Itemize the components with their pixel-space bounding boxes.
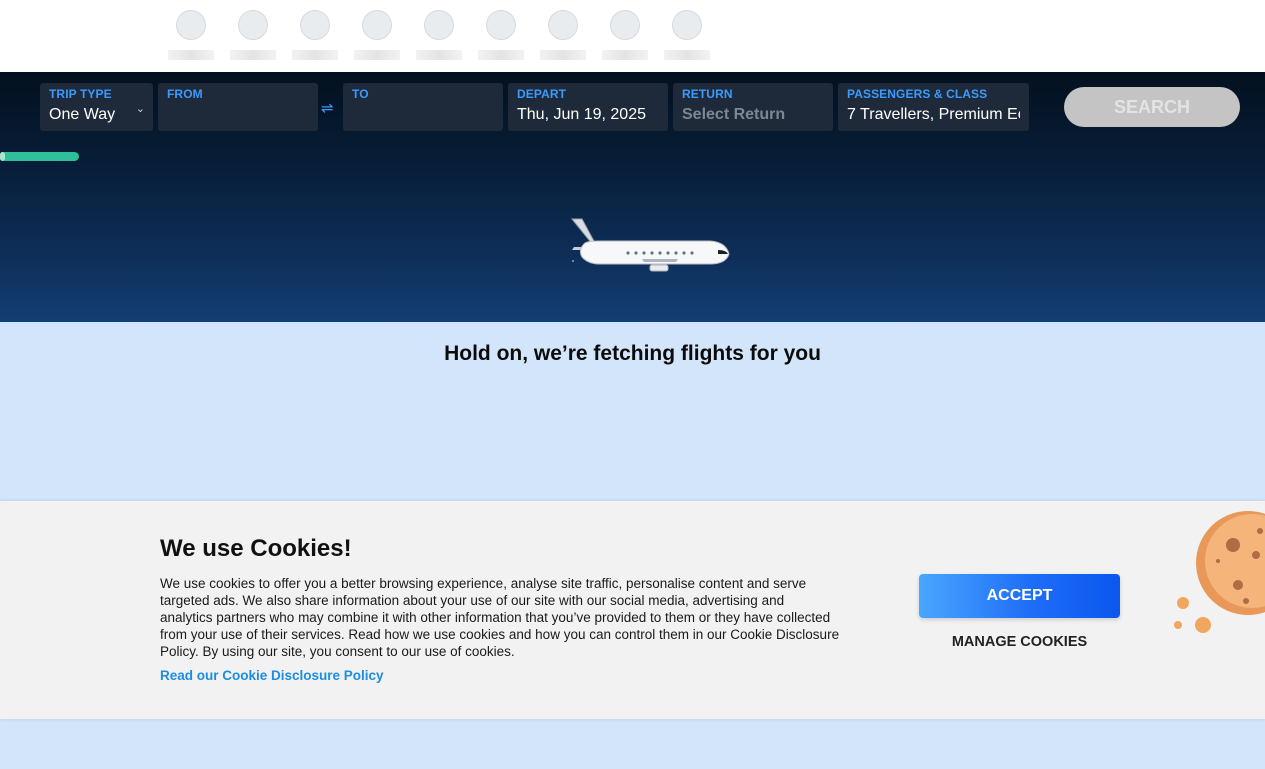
loading-title: Hold on, we’re fetching flights for you	[444, 342, 821, 365]
search-hero: TRIP TYPE One Way ⌄ FROM ⇌ TO DEPART Thu…	[0, 72, 1265, 322]
trip-type-select[interactable]: TRIP TYPE One Way ⌄	[40, 83, 153, 131]
depart-date-field[interactable]: DEPART Thu, Jun 19, 2025	[508, 83, 668, 131]
trip-type-value: One Way	[49, 106, 116, 123]
skeleton-circle-icon	[300, 10, 330, 40]
skeleton-bar	[230, 50, 276, 60]
passengers-value: 7 Travellers, Premium Economy	[847, 106, 1020, 123]
search-button[interactable]: SEARCH	[1064, 87, 1240, 127]
return-placeholder: Select Return	[682, 106, 786, 123]
skeleton-bar	[354, 50, 400, 60]
depart-label: DEPART	[517, 87, 567, 101]
top-nav-skeleton	[0, 0, 1265, 72]
passengers-label: PASSENGERS & CLASS	[847, 87, 988, 101]
from-label: FROM	[167, 87, 203, 101]
passengers-class-field[interactable]: PASSENGERS & CLASS 7 Travellers, Premium…	[838, 83, 1029, 131]
nav-skeleton-item	[292, 10, 338, 62]
cookie-title: We use Cookies!	[160, 535, 352, 562]
skeleton-circle-icon	[610, 10, 640, 40]
cookie-banner: We use Cookies! We use cookies to offer …	[0, 501, 1265, 719]
manage-cookies-button[interactable]: MANAGE COOKIES	[919, 632, 1120, 652]
accept-cookies-button[interactable]: ACCEPT	[919, 574, 1120, 618]
nav-skeleton-item	[416, 10, 462, 62]
depart-value: Thu, Jun 19, 2025	[517, 106, 646, 123]
skeleton-circle-icon	[176, 10, 206, 40]
chevron-down-icon: ⌄	[135, 103, 145, 115]
cookie-illustration-icon	[1174, 511, 1265, 633]
nav-skeleton-item	[230, 10, 276, 62]
skeleton-circle-icon	[548, 10, 578, 40]
cookie-policy-link[interactable]: Read our Cookie Disclosure Policy	[160, 668, 384, 683]
return-date-field[interactable]: RETURN Select Return	[673, 83, 833, 131]
nav-skeleton-item	[168, 10, 214, 62]
return-label: RETURN	[682, 87, 733, 101]
airplane-icon	[570, 218, 730, 272]
skeleton-circle-icon	[238, 10, 268, 40]
nav-skeleton-item	[354, 10, 400, 62]
loading-progress-bar	[0, 152, 79, 161]
skeleton-bar	[602, 50, 648, 60]
skeleton-bar	[478, 50, 524, 60]
nav-skeleton-item	[478, 10, 524, 62]
skeleton-bar	[664, 50, 710, 60]
nav-skeleton-item	[540, 10, 586, 62]
skeleton-bar	[292, 50, 338, 60]
skeleton-bar	[168, 50, 214, 60]
to-field[interactable]: TO	[343, 83, 503, 131]
nav-skeleton-item	[664, 10, 710, 62]
skeleton-circle-icon	[672, 10, 702, 40]
skeleton-bar	[416, 50, 462, 60]
skeleton-bar	[540, 50, 586, 60]
to-label: TO	[352, 87, 369, 101]
skeleton-circle-icon	[362, 10, 392, 40]
nav-skeleton-item	[602, 10, 648, 62]
skeleton-circle-icon	[424, 10, 454, 40]
cookie-description: We use cookies to offer you a better bro…	[160, 576, 840, 659]
from-field[interactable]: FROM	[158, 83, 318, 131]
swap-arrows-icon[interactable]: ⇌	[321, 99, 334, 117]
skeleton-circle-icon	[486, 10, 516, 40]
trip-type-label: TRIP TYPE	[49, 87, 112, 101]
